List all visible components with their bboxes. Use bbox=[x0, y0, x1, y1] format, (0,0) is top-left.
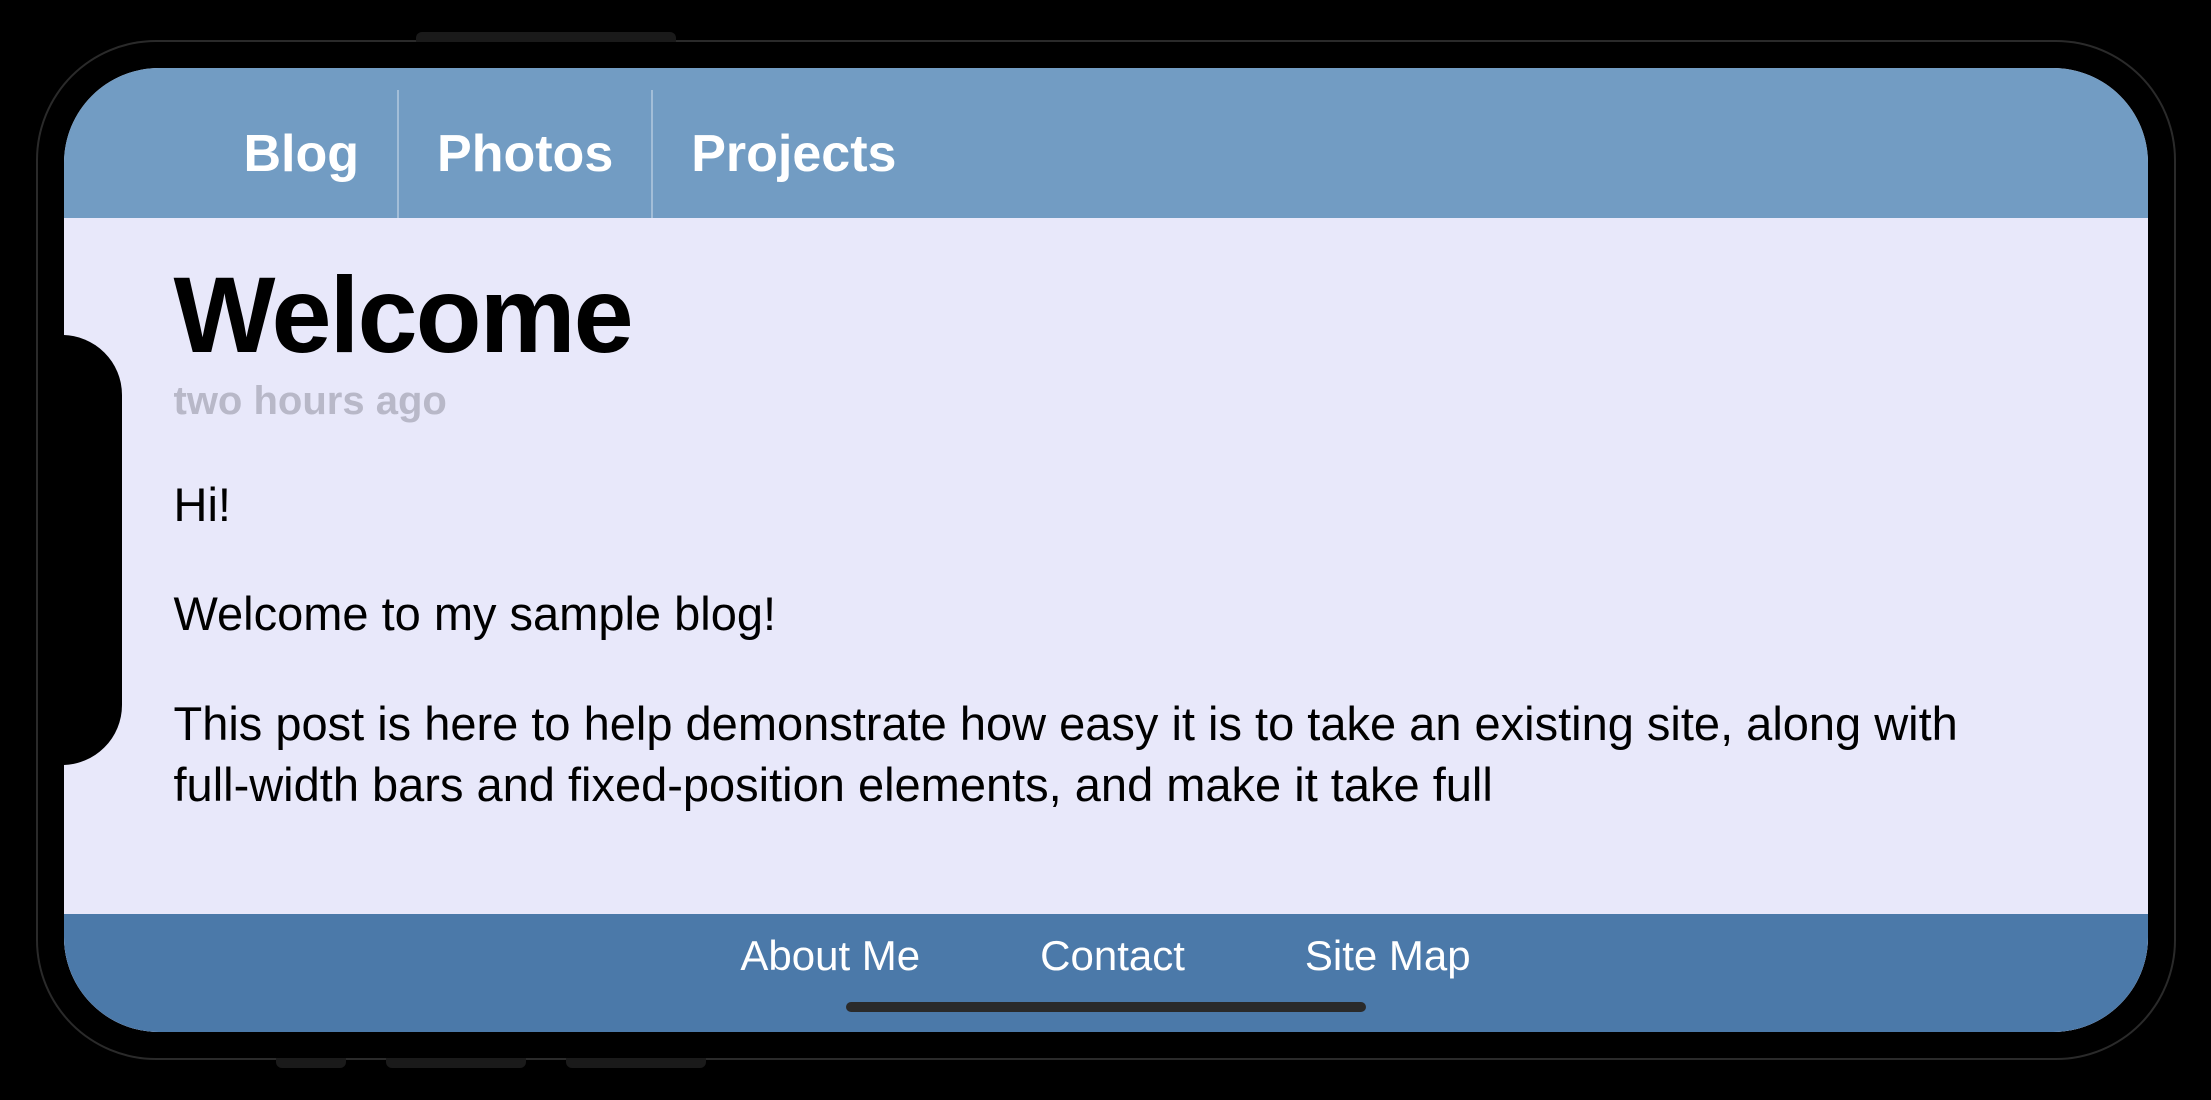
nav-tab-projects[interactable]: Projects bbox=[653, 90, 934, 218]
footer-link-sitemap[interactable]: Site Map bbox=[1305, 932, 1471, 980]
footer-link-about[interactable]: About Me bbox=[740, 932, 920, 980]
device-top-button bbox=[416, 32, 676, 42]
nav-tab-blog[interactable]: Blog bbox=[194, 90, 400, 218]
post-paragraph: Hi! bbox=[174, 474, 2038, 535]
device-notch bbox=[64, 335, 122, 765]
post-title: Welcome bbox=[174, 258, 2038, 371]
device-side-buttons bbox=[276, 1058, 706, 1068]
post-paragraph: Welcome to my sample blog! bbox=[174, 583, 2038, 644]
nav-tab-photos[interactable]: Photos bbox=[399, 90, 653, 218]
bottom-nav: About Me Contact Site Map bbox=[64, 914, 2148, 1032]
main-content[interactable]: Welcome two hours ago Hi! Welcome to my … bbox=[64, 218, 2148, 1032]
post-timestamp: two hours ago bbox=[174, 379, 2038, 424]
top-nav: Blog Photos Projects bbox=[64, 68, 2148, 218]
home-indicator[interactable] bbox=[846, 1002, 1366, 1012]
device-frame: Blog Photos Projects Welcome two hours a… bbox=[36, 40, 2176, 1060]
footer-link-contact[interactable]: Contact bbox=[1040, 932, 1185, 980]
post-body: Hi! Welcome to my sample blog! This post… bbox=[174, 474, 2038, 814]
post-paragraph: This post is here to help demonstrate ho… bbox=[174, 693, 2038, 815]
